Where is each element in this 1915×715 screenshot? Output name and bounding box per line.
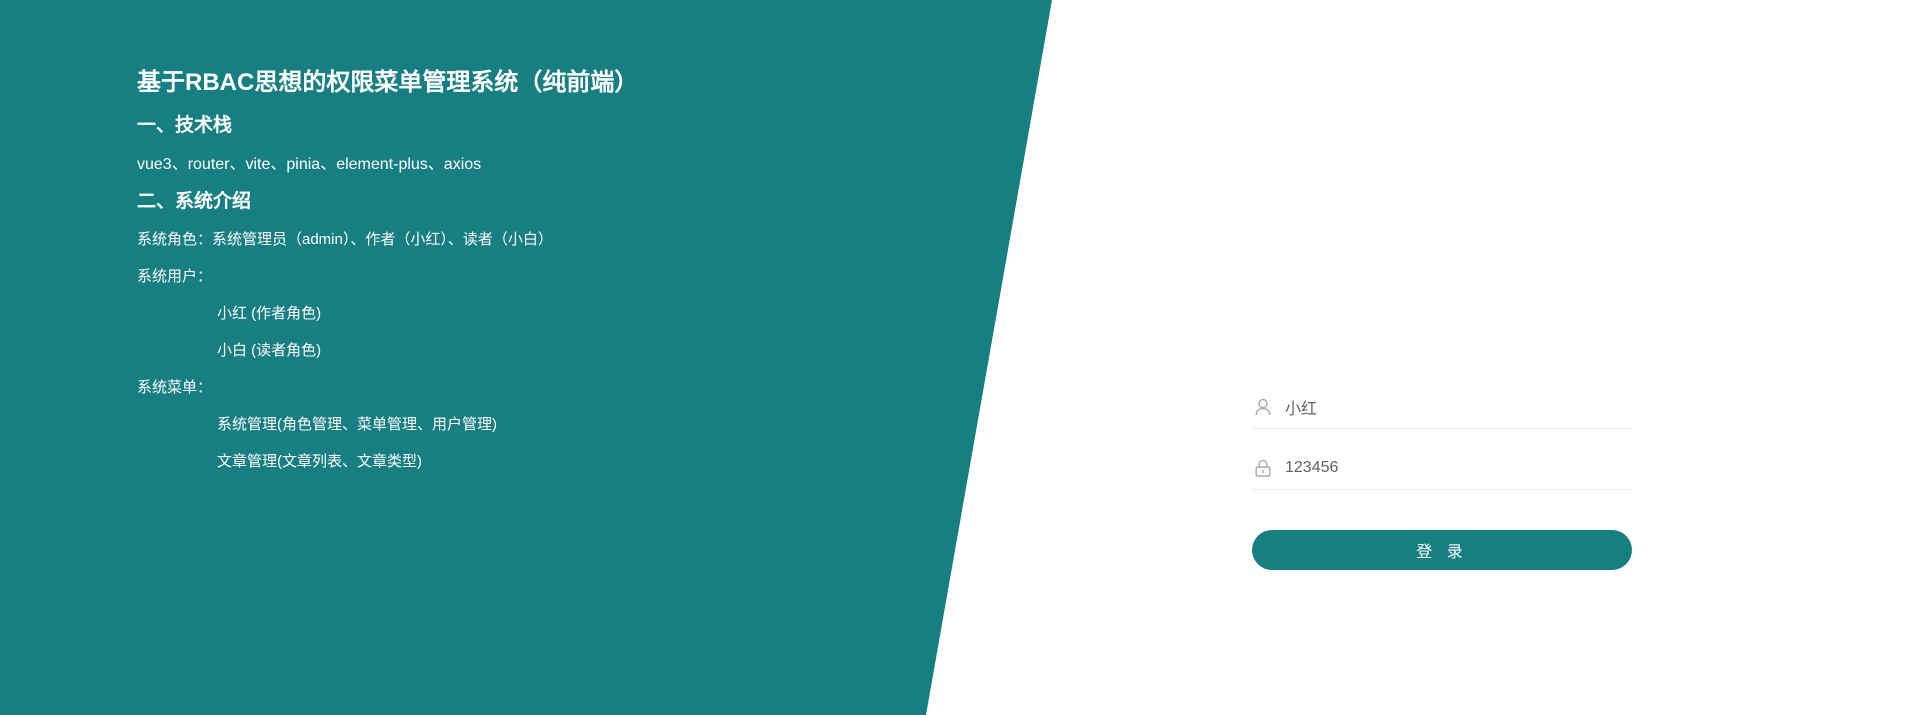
user-icon (1254, 398, 1272, 416)
menu-item-system-management: 系统管理(角色管理、菜单管理、用户管理) (217, 416, 497, 433)
password-input[interactable] (1285, 459, 1632, 477)
system-info-panel: 基于RBAC思想的权限菜单管理系统（纯前端） 一、技术栈 vue3、router… (137, 66, 957, 473)
menu-item-article-management: 文章管理(文章列表、文章类型) (217, 453, 422, 470)
user-item-xiaobai: 小白 (读者角色) (217, 342, 322, 359)
tech-stack-text: vue3、router、vite、pinia、element-plus、axio… (137, 156, 482, 173)
login-button[interactable]: 登 录 (1252, 530, 1632, 570)
user-item-xiaohong: 小红 (作者角色) (217, 305, 322, 322)
username-input[interactable] (1285, 398, 1632, 416)
lock-icon (1254, 459, 1272, 477)
username-field (1252, 386, 1632, 429)
system-intro-heading: 二、系统介绍 (137, 191, 252, 212)
password-field (1252, 447, 1632, 490)
system-menus-label: 系统菜单： (137, 379, 213, 396)
system-users-label: 系统用户： (137, 268, 213, 285)
page-title: 基于RBAC思想的权限菜单管理系统（纯前端） (137, 69, 639, 96)
system-roles-text: 系统角色：系统管理员（admin）、作者（小红）、读者（小白） (137, 231, 553, 248)
tech-stack-heading: 一、技术栈 (137, 115, 233, 136)
login-form: 登 录 (1252, 386, 1632, 570)
